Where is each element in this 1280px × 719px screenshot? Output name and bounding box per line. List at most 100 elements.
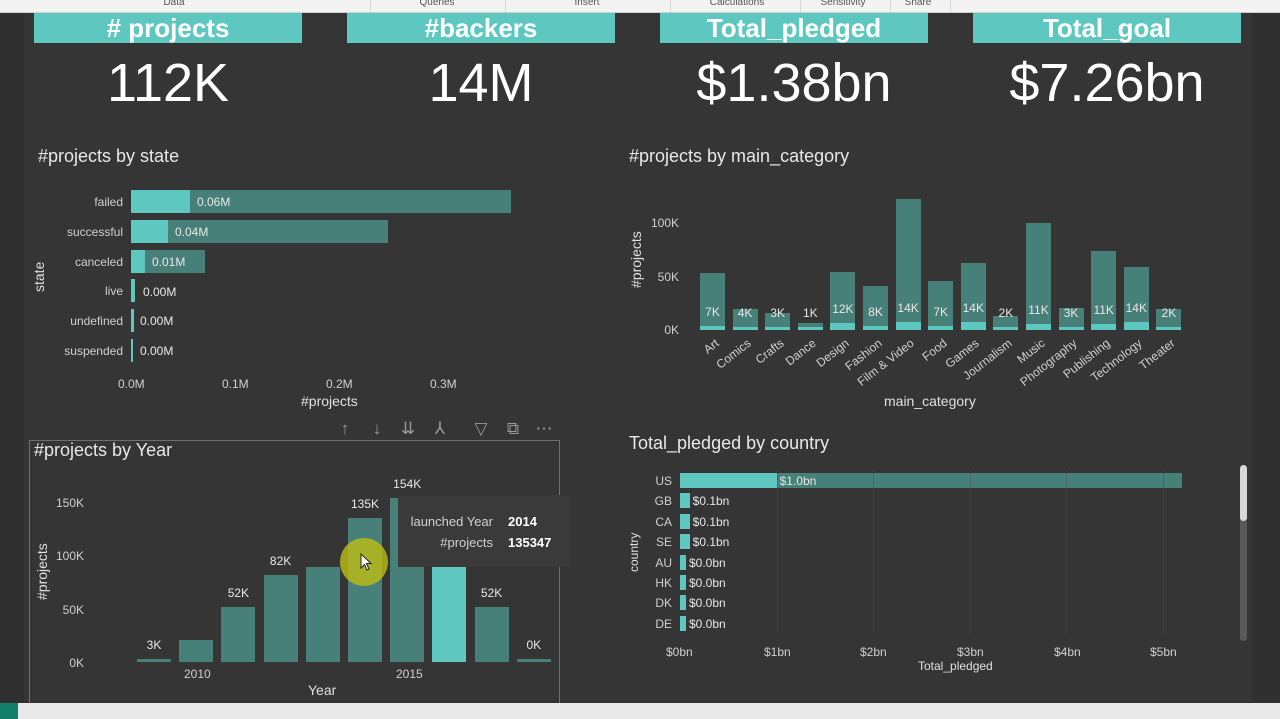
x-tick-label: 0.1M (222, 377, 249, 391)
double-arrow-down-icon[interactable]: ⇊ (397, 418, 419, 440)
category-bar[interactable] (732, 327, 758, 330)
data-label: $0.0bn (689, 555, 726, 570)
scrollbar-thumb[interactable] (1240, 465, 1247, 521)
category-label: suspended (64, 344, 123, 358)
kpi-backers-title: #backers (347, 13, 615, 43)
tooltip: launched Year 2014 #projects 135347 (398, 495, 570, 567)
y-axis-title: state (31, 261, 47, 292)
year-bar[interactable] (263, 574, 298, 662)
x-tick-label: $2bn (860, 645, 887, 659)
category-total-bar[interactable] (700, 273, 725, 330)
category-total-bar[interactable] (1123, 266, 1149, 330)
data-label: 0.00M (143, 285, 177, 299)
year-bar[interactable] (221, 606, 256, 662)
ribbon-group-data[interactable]: Data (150, 0, 198, 8)
category-bar[interactable] (863, 325, 888, 330)
chart-title: Total_pledged by country (629, 433, 830, 453)
chart-projects-by-year[interactable] (29, 440, 560, 704)
year-bar[interactable] (137, 658, 171, 662)
category-bar[interactable] (960, 322, 986, 330)
bar-total-successful[interactable] (131, 220, 388, 243)
category-bar[interactable] (993, 327, 1019, 330)
y-axis-title: country (627, 532, 641, 572)
category-label: GB (654, 494, 672, 509)
year-bar[interactable] (432, 567, 467, 662)
category-bar[interactable] (1026, 323, 1051, 330)
bar-failed[interactable] (131, 190, 190, 213)
data-label: 3K (146, 637, 162, 652)
bar-canceled[interactable] (131, 250, 145, 273)
x-tick-label: 2010 (184, 667, 211, 681)
data-label: 0.00M (140, 344, 174, 358)
category-bar[interactable] (797, 327, 823, 330)
kpi-goal-value[interactable]: $7.26bn (973, 52, 1241, 114)
ribbon-group-insert[interactable]: Insert (560, 0, 614, 8)
data-label: $0.1bn (692, 535, 730, 550)
bar-suspended[interactable] (131, 339, 133, 362)
filter-icon[interactable]: ▽ (470, 418, 492, 440)
focus-mode-icon[interactable]: ⧉ (502, 418, 524, 440)
ribbon-group-share[interactable]: Share (898, 0, 938, 8)
data-label: $0.1bn (692, 514, 730, 529)
country-bar[interactable] (680, 493, 690, 509)
gridline (1163, 470, 1164, 636)
ribbon-divider (890, 0, 891, 12)
gridline (969, 470, 971, 636)
data-label: 2K (1161, 306, 1177, 320)
year-bar[interactable] (179, 639, 214, 662)
category-bar[interactable] (1156, 327, 1182, 330)
country-bar[interactable] (680, 575, 686, 590)
data-label: $0.0bn (689, 596, 726, 611)
ribbon-group-queries[interactable]: Queries (405, 0, 469, 8)
page-tab-indicator[interactable] (0, 703, 18, 719)
country-bar[interactable] (680, 473, 777, 488)
category-total-bar[interactable] (960, 262, 986, 330)
category-bar[interactable] (895, 322, 921, 330)
y-tick-label: 50K (62, 603, 84, 617)
kpi-pledged-value[interactable]: $1.38bn (660, 52, 928, 114)
bar-live[interactable] (131, 279, 135, 302)
arrow-up-icon[interactable]: ↑ (334, 418, 356, 440)
country-bar[interactable] (680, 513, 690, 529)
chart-title: #projects by main_category (629, 146, 850, 166)
country-bar[interactable] (680, 615, 686, 631)
tooltip-value: 2014 (508, 514, 537, 529)
x-tick-label: $3bn (957, 645, 984, 659)
category-bar[interactable] (1091, 323, 1117, 330)
data-label: $0.0bn (689, 576, 726, 590)
country-bar[interactable] (680, 554, 686, 570)
bar-undefined[interactable] (131, 309, 134, 332)
tooltip-value: 135347 (508, 535, 552, 550)
x-tick-label: $5bn (1150, 645, 1177, 659)
category-total-bar[interactable] (1091, 250, 1117, 330)
x-tick-label: 0.2M (326, 377, 353, 391)
category-bar[interactable] (765, 327, 791, 330)
y-tick-label: 0K (664, 323, 679, 337)
more-options-icon[interactable]: ⋯ (533, 418, 555, 440)
country-bar[interactable] (680, 595, 686, 611)
ribbon-group-sensitivity[interactable]: Sensitivity (812, 0, 874, 8)
kpi-backers-value[interactable]: 14M (347, 52, 615, 114)
category-bar[interactable] (1123, 322, 1149, 330)
x-tick-label: $1bn (764, 645, 791, 659)
year-bar[interactable] (474, 606, 509, 662)
ribbon-group-calculations[interactable]: Calculations (700, 0, 774, 8)
category-bar[interactable] (700, 326, 725, 330)
category-bar[interactable] (928, 326, 954, 330)
bar-successful[interactable] (131, 220, 168, 243)
kpi-projects-value[interactable]: 112K (34, 52, 302, 114)
category-bar[interactable] (1058, 327, 1084, 330)
category-label: undefined (70, 314, 123, 328)
year-bar[interactable] (305, 567, 340, 662)
data-label: 0K (526, 638, 542, 652)
country-bar[interactable] (680, 534, 690, 550)
category-bar[interactable] (830, 323, 856, 330)
expand-hierarchy-icon[interactable]: ⅄ (429, 418, 451, 440)
arrow-down-icon[interactable]: ↓ (366, 418, 388, 440)
x-tick-label: $0bn (666, 645, 693, 659)
year-bar[interactable] (516, 659, 551, 662)
category-total-bar[interactable] (830, 272, 856, 330)
x-tick-label: $4bn (1054, 645, 1081, 659)
category-label: failed (94, 195, 123, 209)
category-label: successful (66, 225, 123, 239)
